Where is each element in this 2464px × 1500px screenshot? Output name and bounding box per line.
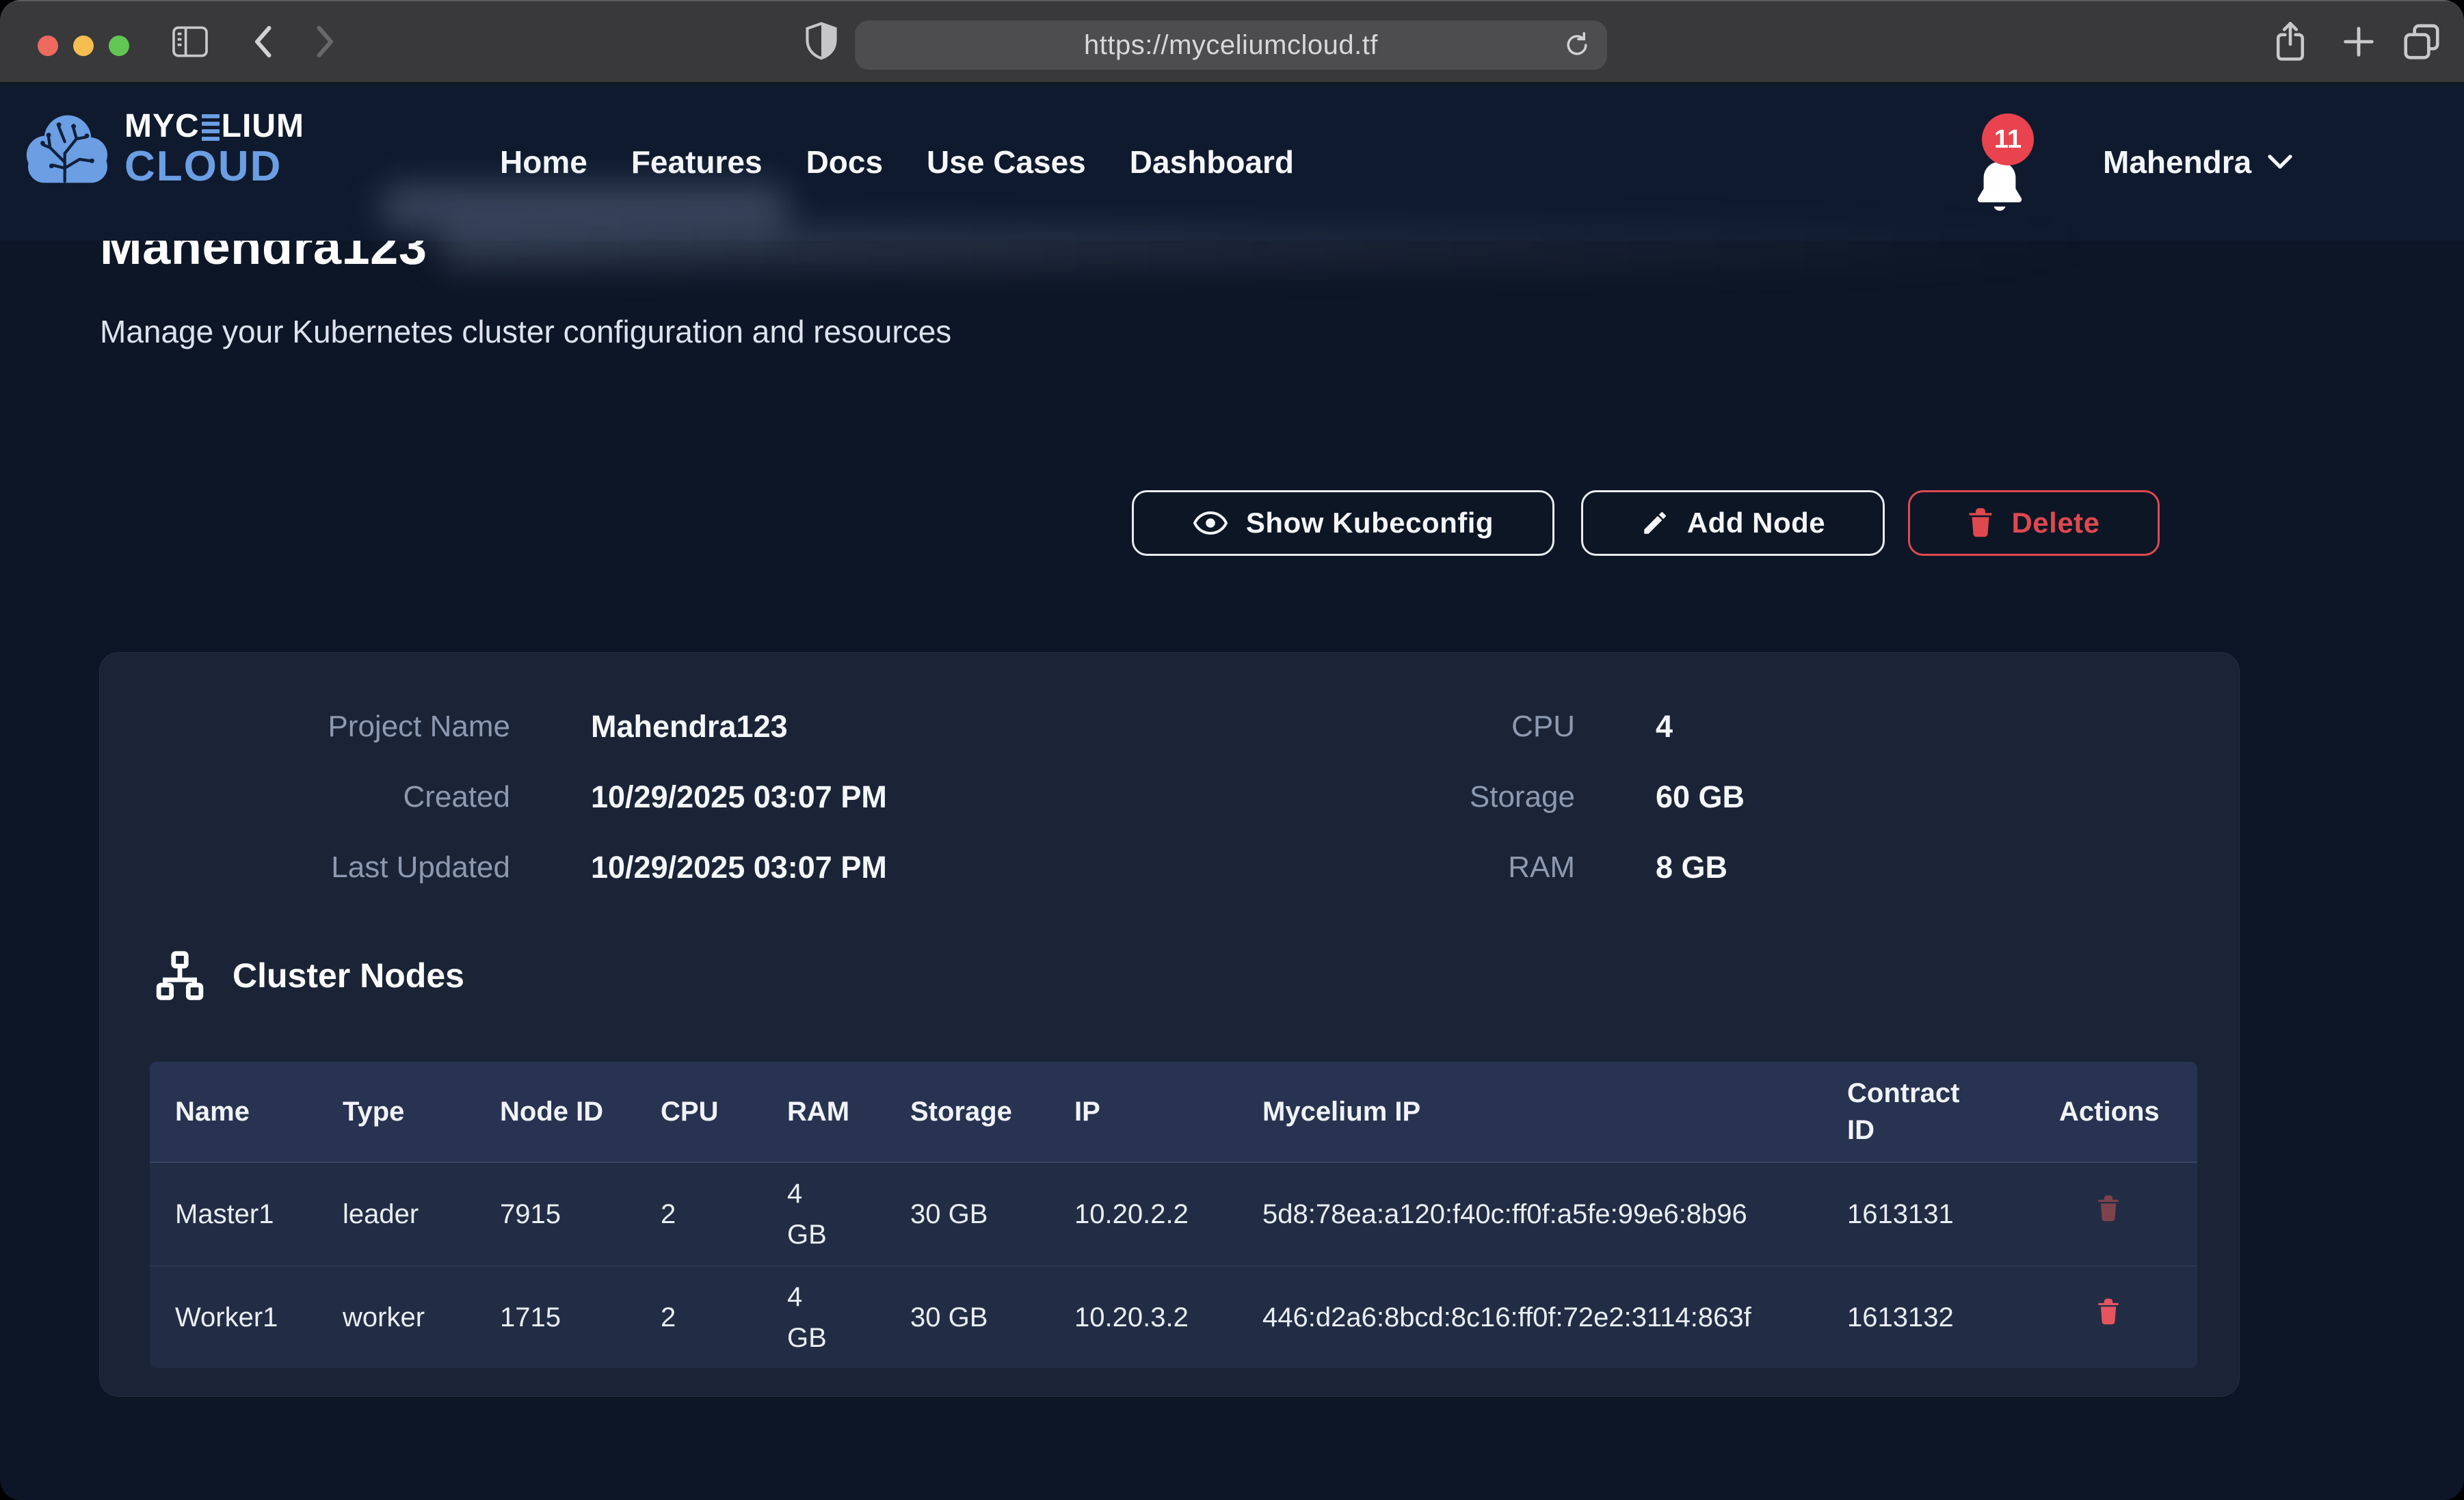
brand-suffix: LIUM [222,110,304,143]
pencil-icon [1641,509,1669,537]
node-id: 1715 [500,1297,661,1338]
col-header-type: Type [343,1093,500,1130]
nav-links: Home Features Docs Use Cases Dashboard [500,83,1294,241]
tab-overview-icon[interactable] [2400,0,2443,83]
node-ip: 10.20.2.2 [1074,1194,1262,1235]
sidebar-toggle-icon[interactable] [171,0,209,83]
user-name: Mahendra [2103,144,2251,180]
browser-chrome: https://myceliumcloud.tf [0,0,2464,83]
ram-label: RAM [1112,832,1575,902]
delete-node-button[interactable] [2059,1298,2120,1328]
node-type: leader [343,1194,500,1235]
node-contract-id: 1613131 [1847,1194,2059,1235]
add-node-button[interactable]: Add Node [1581,490,1885,556]
share-icon[interactable] [2269,0,2311,83]
delete-node-button[interactable] [2059,1194,2120,1225]
trash-icon [1968,507,1993,539]
delete-cluster-button[interactable]: Delete [1908,490,2160,556]
nav-link-home[interactable]: Home [500,144,587,180]
trash-icon [2097,1194,2120,1223]
site-navbar: MYC LIUM CLOUD Home Features Docs Use Ca… [0,83,2464,241]
trash-icon [2097,1298,2120,1326]
back-button[interactable] [246,0,282,83]
cloud-logo-icon [21,109,115,189]
brand-cloud: CLOUD [124,146,304,188]
notifications-button[interactable]: 11 [1968,123,2050,226]
zoom-window-button[interactable] [109,36,129,56]
eye-icon [1193,510,1228,536]
close-window-button[interactable] [38,36,58,56]
node-contract-id: 1613132 [1847,1297,2059,1338]
last-updated-value: 10/29/2025 03:07 PM [510,832,1112,902]
col-header-name: Name [150,1093,343,1130]
table-header-row: Name Type Node ID CPU RAM Storage IP Myc… [150,1062,2197,1163]
table-row-worker1: Worker1 worker 1715 2 4 GB 30 GB 10.20.3… [150,1265,2197,1368]
add-node-label: Add Node [1687,507,1825,539]
brand-logo[interactable]: MYC LIUM CLOUD [21,109,304,189]
cluster-nodes-header: Cluster Nodes [155,950,464,1001]
node-ip: 10.20.3.2 [1074,1297,1262,1338]
forward-button[interactable] [306,0,342,83]
minimize-window-button[interactable] [73,36,94,56]
created-label: Created [155,762,510,832]
node-ram: 4 GB [787,1276,910,1358]
last-updated-label: Last Updated [155,832,510,902]
node-name: Master1 [150,1194,343,1235]
reload-icon[interactable] [1562,30,1592,60]
node-storage: 30 GB [910,1297,1074,1338]
brand-e-bars-icon [202,114,220,141]
node-storage: 30 GB [910,1194,1074,1235]
col-header-ram: RAM [787,1093,910,1130]
brand-wordmark: MYC LIUM CLOUD [124,110,304,188]
node-cpu: 2 [661,1194,787,1235]
new-tab-icon[interactable] [2339,0,2379,83]
project-info-grid: Project Name Mahendra123 CPU 4 Created 1… [155,691,2122,902]
node-cpu: 2 [661,1297,787,1338]
col-header-cpu: CPU [661,1093,787,1130]
brand-prefix: MYC [124,110,200,143]
nav-link-use-cases[interactable]: Use Cases [927,144,1086,180]
col-header-mycelium-ip: Mycelium IP [1262,1093,1847,1130]
chevron-down-icon [2268,154,2292,170]
created-value: 10/29/2025 03:07 PM [510,762,1112,832]
privacy-shield-icon[interactable] [802,0,841,83]
node-mycelium-ip: 5d8:78ea:a120:f40c:ff0f:a5fe:99e6:8b96 [1262,1193,1847,1235]
cluster-nodes-table: Name Type Node ID CPU RAM Storage IP Myc… [150,1062,2197,1368]
col-header-storage: Storage [910,1093,1074,1130]
url-text: https://myceliumcloud.tf [1084,30,1378,61]
page-subtitle: Manage your Kubernetes cluster configura… [100,313,951,350]
notification-badge: 11 [1982,113,2034,165]
traffic-lights [38,36,129,56]
bell-icon [1968,156,2031,222]
storage-label: Storage [1112,762,1575,832]
show-kubeconfig-label: Show Kubeconfig [1246,507,1494,539]
node-mycelium-ip: 446:d2a6:8bcd:8c16:ff0f:72e2:3114:863f [1262,1296,1847,1339]
nav-link-docs[interactable]: Docs [806,144,883,180]
col-header-node-id: Node ID [500,1093,661,1130]
show-kubeconfig-button[interactable]: Show Kubeconfig [1132,490,1554,556]
cluster-details-card: Project Name Mahendra123 CPU 4 Created 1… [99,652,2240,1397]
browser-window: https://myceliumcloud.tf [0,0,2464,1500]
node-name: Worker1 [150,1297,343,1338]
delete-label: Delete [2011,507,2099,539]
node-ram: 4 GB [787,1173,910,1255]
nav-link-features[interactable]: Features [631,144,763,180]
ram-value: 8 GB [1575,832,2122,902]
cpu-label: CPU [1112,691,1575,762]
node-id: 7915 [500,1194,661,1235]
address-bar[interactable]: https://myceliumcloud.tf [855,21,1607,70]
user-menu[interactable]: Mahendra [2103,83,2292,241]
network-nodes-icon [155,950,205,1001]
nav-link-dashboard[interactable]: Dashboard [1130,144,1294,180]
col-header-contract-id: Contract ID [1847,1075,2059,1149]
cluster-nodes-title: Cluster Nodes [233,956,464,995]
node-type: worker [343,1297,500,1338]
cpu-value: 4 [1575,691,2122,762]
project-name-label: Project Name [155,691,510,762]
col-header-actions: Actions [2059,1093,2197,1130]
col-header-ip: IP [1074,1093,1262,1130]
project-name-value: Mahendra123 [510,691,1112,762]
storage-value: 60 GB [1575,762,2122,832]
table-row-master1: Master1 leader 7915 2 4 GB 30 GB 10.20.2… [150,1163,2197,1265]
